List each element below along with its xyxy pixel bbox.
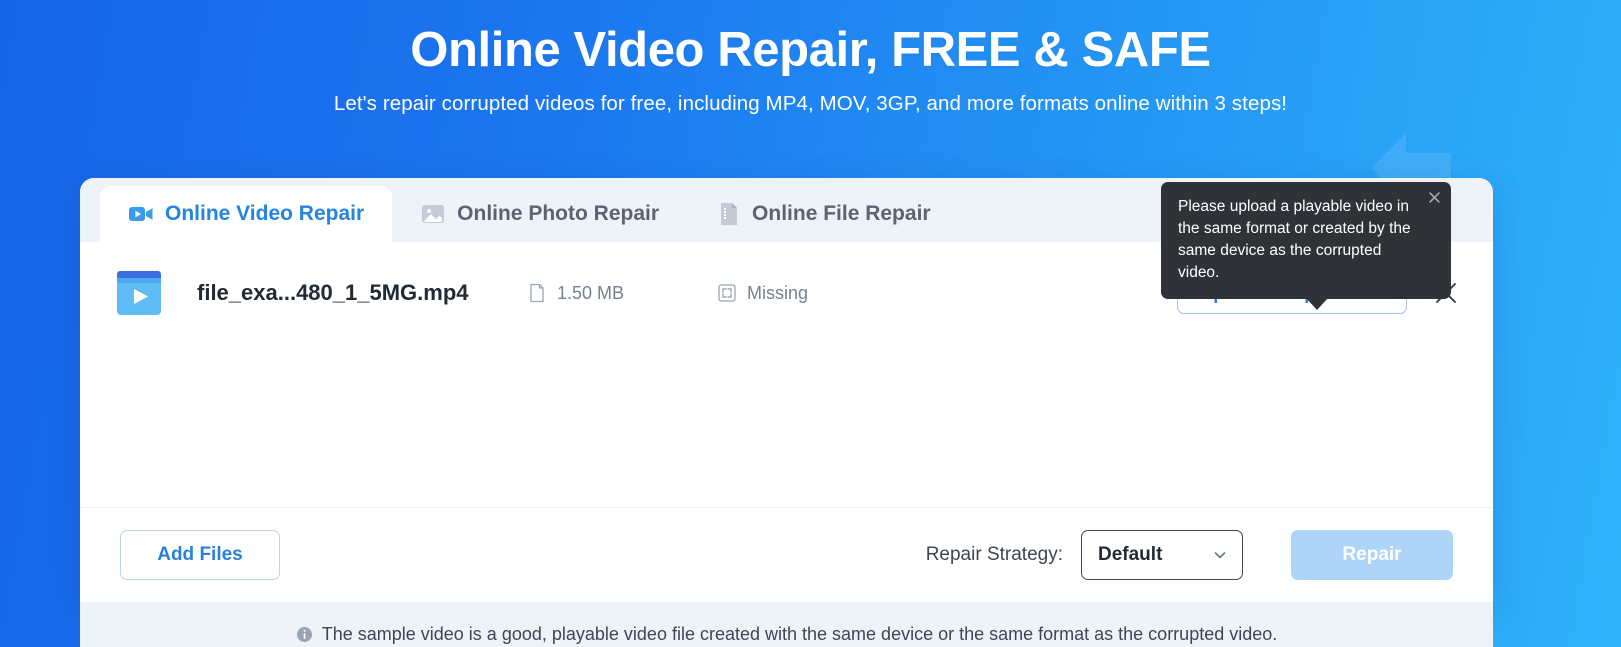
page-title: Online Video Repair, FREE & SAFE xyxy=(410,23,1211,77)
tooltip-text: Please upload a playable video in the sa… xyxy=(1178,198,1411,281)
add-files-button[interactable]: Add Files xyxy=(120,530,280,580)
tab-label: Online Photo Repair xyxy=(457,202,660,225)
chevron-down-icon xyxy=(1212,547,1228,563)
video-file-icon xyxy=(113,269,165,317)
image-icon xyxy=(420,201,446,227)
repair-strategy-label: Repair Strategy: xyxy=(925,544,1063,565)
tab-label: Online Video Repair xyxy=(165,202,365,225)
file-size-text: 1.50 MB xyxy=(557,282,625,303)
hero-section: Online Video Repair, FREE & SAFE Let's r… xyxy=(0,0,1621,116)
resolution-icon xyxy=(717,283,737,303)
repair-card: Online Video Repair Online Photo Repair xyxy=(80,178,1493,647)
file-name: file_exa...480_1_5MG.mp4 xyxy=(197,280,469,305)
footer-note: The sample video is a good, playable vid… xyxy=(80,602,1493,647)
document-icon xyxy=(527,283,547,303)
repair-strategy-select[interactable]: Default xyxy=(1081,530,1243,580)
repair-strategy-value: Default xyxy=(1098,544,1163,565)
file-status: Missing xyxy=(717,283,1017,304)
file-icon xyxy=(715,201,741,227)
file-status-text: Missing xyxy=(747,282,809,303)
sample-video-tooltip: Please upload a playable video in the sa… xyxy=(1161,182,1451,310)
close-icon[interactable] xyxy=(1426,189,1442,205)
tab-label: Online File Repair xyxy=(752,202,931,225)
video-camera-icon xyxy=(128,201,154,227)
action-bar: Add Files Repair Strategy: Default Repai… xyxy=(80,508,1493,602)
footer-note-text: The sample video is a good, playable vid… xyxy=(321,624,1278,644)
repair-strategy-group: Repair Strategy: Default Repair xyxy=(926,530,1453,580)
repair-button[interactable]: Repair xyxy=(1291,530,1453,580)
tab-online-photo-repair[interactable]: Online Photo Repair xyxy=(392,186,687,242)
info-icon xyxy=(296,626,313,643)
tab-online-file-repair[interactable]: Online File Repair xyxy=(687,186,959,242)
file-size: 1.50 MB xyxy=(527,283,717,304)
tab-online-video-repair[interactable]: Online Video Repair xyxy=(100,186,393,242)
page-subtitle: Let's repair corrupted videos for free, … xyxy=(333,91,1288,115)
